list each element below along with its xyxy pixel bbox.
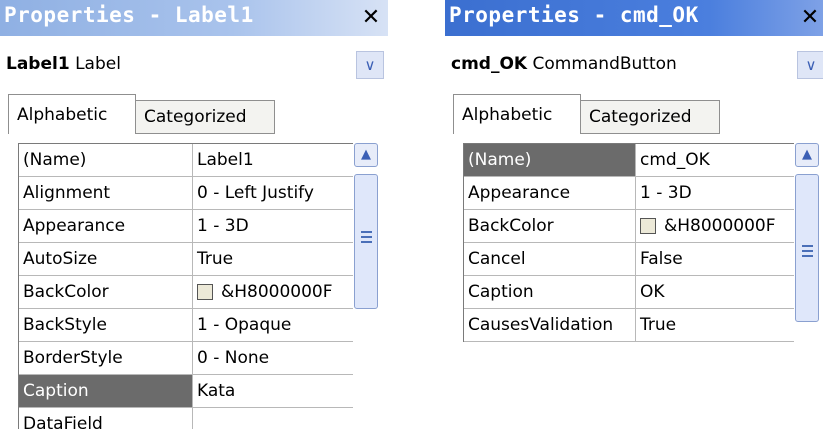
scroll-thumb[interactable]: [795, 174, 819, 322]
property-row[interactable]: Appearance 1 - 3D: [19, 210, 353, 243]
color-value-text: &H8000000F: [664, 216, 776, 236]
property-name: BorderStyle: [19, 342, 193, 374]
close-icon[interactable]: ✕: [358, 4, 384, 32]
vertical-scrollbar[interactable]: ▲: [354, 143, 378, 313]
property-row[interactable]: Caption OK: [464, 276, 794, 309]
chevron-down-icon[interactable]: ∨: [797, 51, 823, 79]
tab-alphabetic[interactable]: Alphabetic: [8, 94, 136, 134]
property-row[interactable]: BackStyle 1 - Opaque: [19, 309, 353, 342]
property-value[interactable]: 1 - Opaque: [193, 309, 353, 341]
property-row[interactable]: BorderStyle 0 - None: [19, 342, 353, 375]
property-row[interactable]: AutoSize True: [19, 243, 353, 276]
tab-categorized[interactable]: Categorized: [580, 100, 720, 134]
property-value[interactable]: 0 - Left Justify: [193, 177, 353, 209]
property-row-selected[interactable]: (Name) cmd_OK: [464, 144, 794, 177]
property-value[interactable]: 1 - 3D: [636, 177, 794, 209]
property-grid: (Name) Label1 Alignment 0 - Left Justify…: [18, 143, 353, 429]
chevron-down-icon[interactable]: ∨: [356, 51, 384, 79]
property-value[interactable]: &H8000000F: [636, 210, 794, 242]
property-row[interactable]: CausesValidation True: [464, 309, 794, 342]
property-row[interactable]: Appearance 1 - 3D: [464, 177, 794, 210]
property-value[interactable]: Kata: [193, 375, 353, 407]
color-swatch-icon: [197, 284, 213, 300]
scroll-grip-icon: [361, 236, 372, 238]
property-value[interactable]: [193, 408, 353, 429]
close-icon[interactable]: ✕: [797, 4, 823, 32]
property-value[interactable]: 0 - None: [193, 342, 353, 374]
scroll-grip-icon: [361, 231, 372, 233]
property-name: BackStyle: [19, 309, 193, 341]
scroll-thumb[interactable]: [354, 174, 378, 309]
property-row[interactable]: BackColor &H8000000F: [464, 210, 794, 243]
property-name: CausesValidation: [464, 309, 636, 341]
property-name: Caption: [19, 375, 193, 407]
properties-window-cmd-ok: Properties - cmd_OK ✕ cmd_OK CommandButt…: [445, 0, 823, 342]
property-row[interactable]: (Name) Label1: [19, 144, 353, 177]
object-selector[interactable]: Label1 Label ∨: [0, 44, 388, 84]
property-name: BackColor: [464, 210, 636, 242]
caret-up-icon[interactable]: ▲: [354, 143, 378, 167]
property-name: Cancel: [464, 243, 636, 275]
property-name: (Name): [19, 144, 193, 176]
property-name: Appearance: [464, 177, 636, 209]
property-name: Caption: [464, 276, 636, 308]
property-name: Appearance: [19, 210, 193, 242]
property-value[interactable]: False: [636, 243, 794, 275]
property-row[interactable]: Cancel False: [464, 243, 794, 276]
title-bar: Properties - cmd_OK ✕: [445, 0, 823, 36]
scroll-grip-icon: [802, 255, 813, 257]
properties-window-label1: Properties - Label1 ✕ Label1 Label ∨ Alp…: [0, 0, 388, 429]
object-name: Label1 Label: [6, 54, 121, 74]
property-value[interactable]: OK: [636, 276, 794, 308]
property-value[interactable]: 1 - 3D: [193, 210, 353, 242]
property-row[interactable]: DataField: [19, 408, 353, 429]
property-name: DataField: [19, 408, 193, 429]
property-grid: (Name) cmd_OK Appearance 1 - 3D BackColo…: [463, 143, 794, 342]
title-bar: Properties - Label1 ✕: [0, 0, 388, 36]
property-value[interactable]: &H8000000F: [193, 276, 353, 308]
caret-up-icon[interactable]: ▲: [795, 143, 819, 167]
color-swatch-icon: [640, 218, 656, 234]
tab-categorized[interactable]: Categorized: [135, 100, 275, 134]
scroll-grip-icon: [802, 245, 813, 247]
property-row[interactable]: Alignment 0 - Left Justify: [19, 177, 353, 210]
vertical-scrollbar[interactable]: ▲: [795, 143, 819, 323]
property-name: BackColor: [19, 276, 193, 308]
window-title: Properties - cmd_OK: [449, 3, 699, 27]
color-value-text: &H8000000F: [221, 282, 333, 302]
tab-alphabetic[interactable]: Alphabetic: [453, 94, 581, 134]
property-value[interactable]: Label1: [193, 144, 353, 176]
property-row-selected[interactable]: Caption Kata: [19, 375, 353, 408]
property-name: AutoSize: [19, 243, 193, 275]
object-name: cmd_OK CommandButton: [451, 54, 677, 74]
scroll-grip-icon: [802, 250, 813, 252]
property-name: (Name): [464, 144, 636, 176]
scroll-grip-icon: [361, 241, 372, 243]
property-name: Alignment: [19, 177, 193, 209]
property-value[interactable]: True: [193, 243, 353, 275]
window-title: Properties - Label1: [4, 3, 254, 27]
property-row[interactable]: BackColor &H8000000F: [19, 276, 353, 309]
property-value[interactable]: cmd_OK: [636, 144, 794, 176]
property-value[interactable]: True: [636, 309, 794, 341]
object-selector[interactable]: cmd_OK CommandButton ∨: [445, 44, 823, 84]
